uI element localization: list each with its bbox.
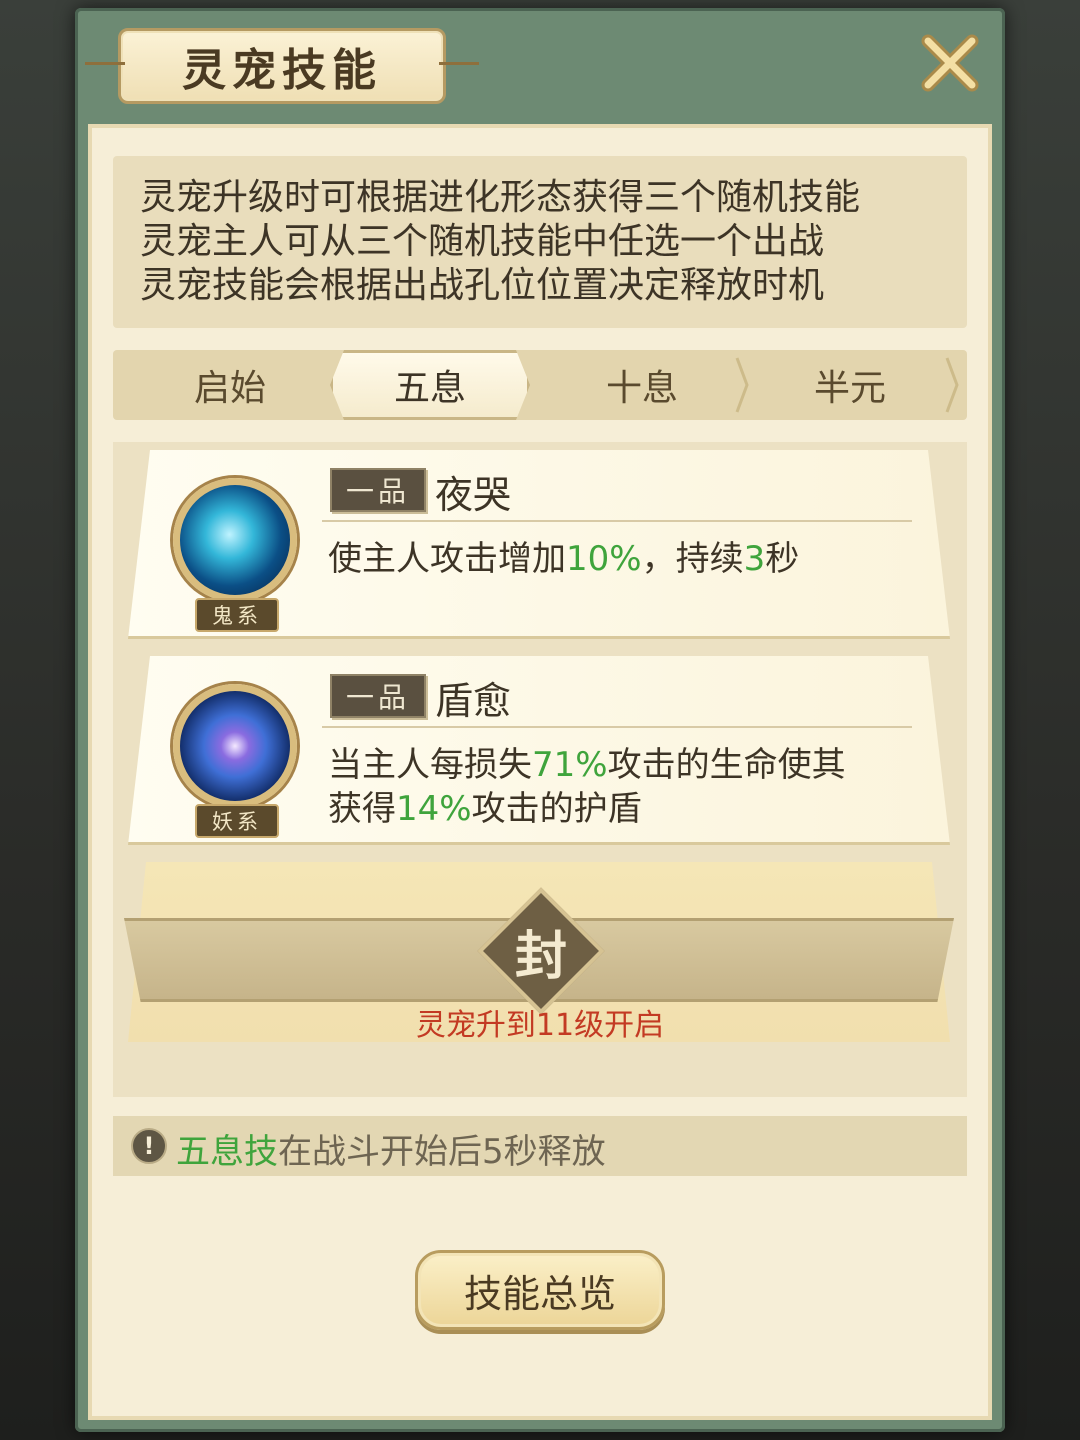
title-deco-left [85, 62, 125, 65]
tab-separator [945, 357, 959, 413]
water-drop-spirit-icon [173, 478, 297, 602]
skill-description: 使主人攻击增加10%，持续3秒 [328, 539, 800, 579]
vortex-spirit-icon [173, 684, 297, 808]
skill-name: 盾愈 [435, 679, 512, 723]
skill-overview-button[interactable]: 技能总览 [415, 1250, 665, 1330]
divider [322, 520, 912, 522]
divider [322, 726, 912, 728]
title-plaque: 灵宠技能 [85, 28, 479, 104]
description-line-1: 灵宠升级时可根据进化形态获得三个随机技能 [140, 177, 861, 218]
tab-separator [735, 357, 749, 413]
close-button[interactable] [915, 28, 985, 98]
description-line-2: 灵宠主人可从三个随机技能中任选一个出战 [140, 221, 825, 262]
tab-shixi[interactable]: 十息 [542, 350, 742, 420]
close-icon [921, 34, 979, 92]
skill-description-line-1: 当主人每损失71%攻击的生命使其 [328, 745, 846, 785]
tab-qishi[interactable]: 启始 [130, 350, 330, 420]
seal-character: 封 [514, 925, 567, 987]
grade-badge: 一品 [330, 468, 426, 512]
unlock-requirement: 灵宠升到11级开启 [415, 1008, 665, 1043]
grade-badge: 一品 [330, 674, 426, 718]
tab-banyuan[interactable]: 半元 [750, 350, 950, 420]
element-type-tag: 妖系 [195, 804, 279, 838]
title-deco-right [439, 62, 479, 65]
description-line-3: 灵宠技能会根据出战孔位位置决定释放时机 [140, 265, 825, 306]
skill-description-line-2: 获得14%攻击的护盾 [328, 789, 642, 829]
tip-text: 五息技在战斗开始后5秒释放 [176, 1132, 606, 1172]
tab-wuxi[interactable]: 五息 [330, 350, 530, 420]
element-type-tag: 鬼系 [195, 598, 279, 632]
skill-name: 夜哭 [435, 473, 512, 517]
exclamation-icon: ! [131, 1128, 167, 1164]
page-title: 灵宠技能 [182, 45, 382, 96]
